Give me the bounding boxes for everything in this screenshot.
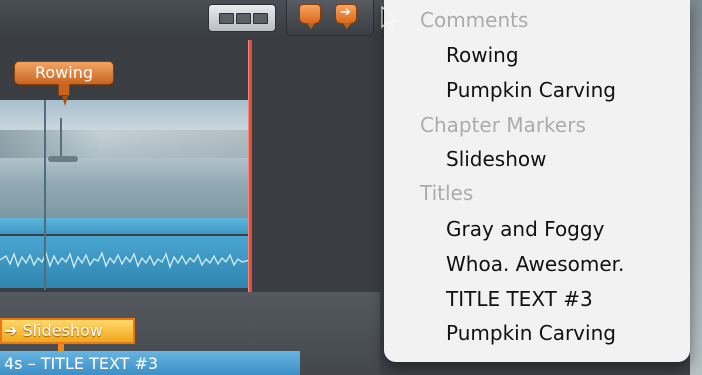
menu-item-pumpkin-carving-comment[interactable]: Pumpkin Carving [446, 78, 616, 102]
marker-pointer [62, 96, 68, 106]
comment-marker-icon[interactable] [299, 4, 321, 29]
menu-item-slideshow[interactable]: Slideshow [446, 147, 547, 171]
view-grid-icon [236, 13, 251, 24]
view-grid-icon [219, 13, 234, 24]
marker-jump-menu: Comments Rowing Pumpkin Carving Chapter … [384, 0, 690, 362]
menu-section-chapter-markers: Chapter Markers [420, 113, 586, 137]
background-edge [690, 0, 702, 375]
menu-section-titles: Titles [420, 181, 474, 205]
menu-item-gray-and-foggy[interactable]: Gray and Foggy [446, 217, 604, 241]
chapter-marker-slideshow[interactable]: ➔ Slideshow [0, 318, 135, 344]
marker-stem [58, 84, 70, 96]
menu-item-pumpkin-carving-title[interactable]: Pumpkin Carving [446, 321, 616, 345]
audio-band [0, 218, 250, 234]
menu-item-title-text-3[interactable]: TITLE TEXT #3 [446, 287, 593, 311]
clip-boundary [44, 100, 46, 290]
video-clip-thumbnail[interactable] [0, 100, 250, 218]
menu-section-comments: Comments [420, 8, 529, 32]
marker-button-group [286, 0, 374, 36]
menu-item-whoa-awesomer[interactable]: Whoa. Awesomer. [446, 252, 624, 276]
comment-marker-rowing[interactable]: Rowing [14, 61, 114, 85]
view-grid-icon [253, 13, 268, 24]
audio-waveform[interactable] [0, 236, 251, 288]
sailboat-mast [60, 118, 62, 158]
menu-item-rowing[interactable]: Rowing [446, 43, 519, 67]
sailboat-hull [48, 156, 78, 162]
clip-view-toggle-button[interactable] [208, 4, 276, 32]
chapter-marker-icon[interactable] [335, 4, 357, 29]
fog-band [0, 130, 250, 158]
waveform-graphic [0, 251, 251, 269]
title-clip[interactable]: 4s – TITLE TEXT #3 [0, 351, 300, 375]
playhead[interactable] [248, 40, 252, 292]
